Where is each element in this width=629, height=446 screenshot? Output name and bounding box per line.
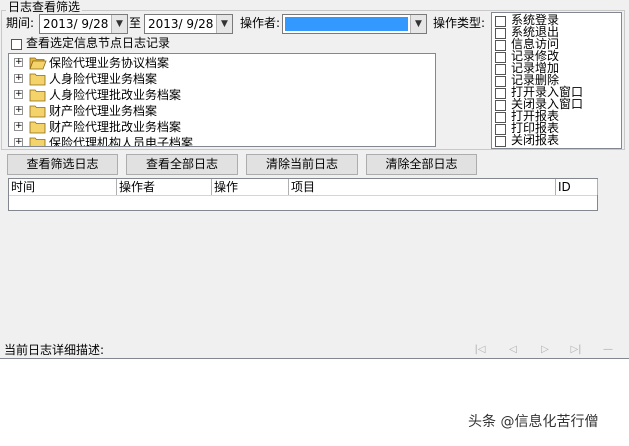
operator-select[interactable]: ▼ — [282, 14, 427, 34]
expand-icon[interactable]: + — [14, 106, 23, 115]
type-checkbox[interactable] — [495, 16, 506, 27]
node-log-label: 查看选定信息节点日志记录 — [26, 36, 171, 50]
folder-open-icon — [29, 57, 47, 70]
date-to-picker[interactable]: 2013/ 9/28 ▼ — [144, 14, 233, 34]
date-from-picker[interactable]: 2013/ 9/28 ▼ — [39, 14, 128, 34]
watermark: 头条 @信息化苦行僧 — [468, 414, 599, 430]
type-checkbox[interactable] — [495, 40, 506, 51]
clear-all-log-button[interactable]: 清除全部日志 — [366, 154, 477, 175]
expand-icon[interactable]: + — [14, 58, 23, 67]
type-checkbox[interactable] — [495, 100, 506, 111]
operator-label: 操作者: — [240, 16, 281, 30]
column-header-item[interactable]: 项目 — [289, 179, 556, 195]
clear-current-log-button[interactable]: 清除当前日志 — [246, 154, 358, 175]
type-checkbox[interactable] — [495, 136, 506, 147]
info-node-tree[interactable]: + 保险代理业务协议档案 + 人身险代理业务档案 + 人身险代理批改业务档案 +… — [8, 53, 436, 147]
folder-icon — [29, 137, 46, 146]
tree-node-label: 人身险代理业务档案 — [49, 72, 158, 86]
view-filtered-log-button[interactable]: 查看筛选日志 — [7, 154, 118, 175]
folder-icon — [29, 89, 46, 102]
type-checkbox[interactable] — [495, 88, 506, 99]
type-option-label: 关闭报表 — [511, 133, 560, 147]
tree-node-label: 财产险代理批改业务档案 — [49, 120, 182, 134]
node-log-checkbox[interactable] — [11, 39, 22, 50]
period-label: 期间: — [6, 16, 35, 30]
operator-selection — [285, 17, 408, 31]
chevron-down-icon[interactable]: ▼ — [410, 15, 426, 33]
date-to-value: 2013/ 9/28 — [148, 17, 214, 31]
operation-type-label: 操作类型: — [433, 16, 486, 30]
tree-node-label: 保险代理业务协议档案 — [49, 56, 170, 70]
filter-group-title: 日志查看筛选 — [6, 0, 83, 14]
expand-icon[interactable]: + — [14, 122, 23, 131]
type-checkbox[interactable] — [495, 112, 506, 123]
type-checkbox[interactable] — [495, 124, 506, 135]
detail-description-box[interactable] — [0, 358, 629, 446]
type-checkbox[interactable] — [495, 52, 506, 63]
detail-label: 当前日志详细描述: — [4, 343, 105, 357]
minimize-icon[interactable]: — — [600, 344, 616, 356]
type-checkbox[interactable] — [495, 76, 506, 87]
date-from-value: 2013/ 9/28 — [43, 17, 109, 31]
column-header-operator[interactable]: 操作者 — [117, 179, 212, 195]
log-grid[interactable]: 时间 操作者 操作 项目 ID — [8, 178, 598, 211]
expand-icon[interactable]: + — [14, 90, 23, 99]
operation-type-list[interactable]: 系统登录 系统退出 信息访问 记录修改 记录增加 记录删除 打开录入窗口 关闭录… — [491, 12, 622, 149]
type-checkbox[interactable] — [495, 28, 506, 39]
last-icon[interactable]: ▷| — [568, 344, 584, 356]
column-header-id[interactable]: ID — [556, 179, 598, 195]
folder-icon — [29, 73, 46, 86]
to-label: 至 — [129, 16, 142, 30]
first-icon[interactable]: |◁ — [472, 344, 488, 356]
expand-icon[interactable]: + — [14, 138, 23, 146]
node-log-toggle[interactable]: 查看选定信息节点日志记录 — [11, 36, 170, 51]
chevron-down-icon[interactable]: ▼ — [216, 15, 232, 33]
folder-icon — [29, 121, 46, 134]
view-all-log-button[interactable]: 查看全部日志 — [126, 154, 238, 175]
chevron-down-icon[interactable]: ▼ — [111, 15, 127, 33]
next-icon[interactable]: ▷ — [537, 344, 553, 356]
type-checkbox[interactable] — [495, 64, 506, 75]
column-header-operation[interactable]: 操作 — [212, 179, 289, 195]
prev-icon[interactable]: ◁ — [505, 344, 521, 356]
grid-header: 时间 操作者 操作 项目 ID — [9, 179, 598, 196]
expand-icon[interactable]: + — [14, 74, 23, 83]
tree-node-label: 人身险代理批改业务档案 — [49, 88, 182, 102]
tree-node-label: 财产险代理业务档案 — [49, 104, 158, 118]
tree-node-label: 保险代理机构人员电子档案 — [49, 136, 194, 147]
column-header-time[interactable]: 时间 — [9, 179, 117, 195]
folder-icon — [29, 105, 46, 118]
log-grid-empty-area — [0, 211, 629, 339]
